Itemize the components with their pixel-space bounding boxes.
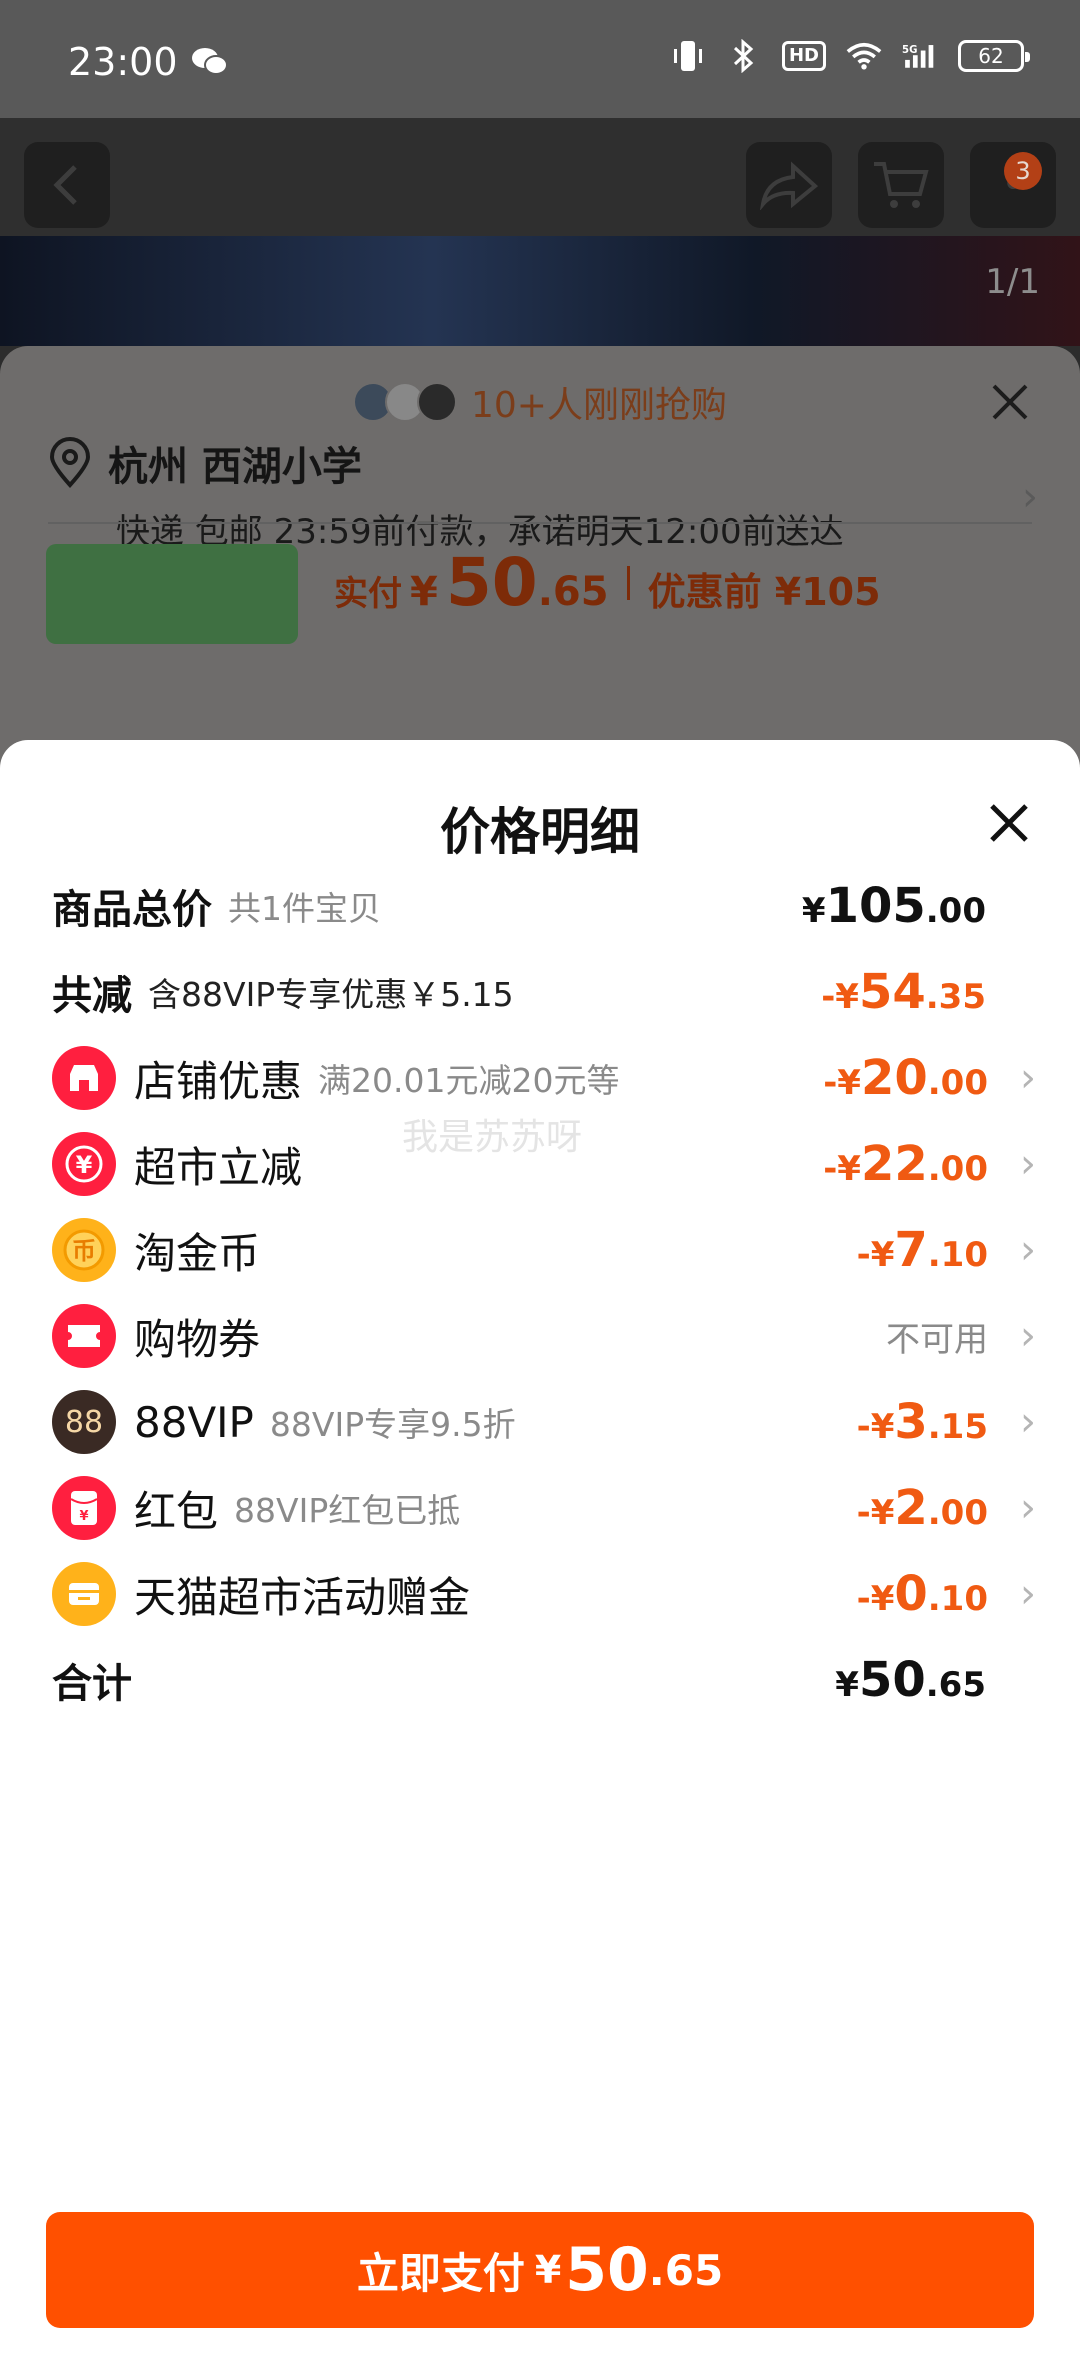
total-discount-row: 共减 含88VIP专享优惠￥5.15 -¥ 54.35 xyxy=(52,952,1036,1032)
row-label: 88VIP xyxy=(134,1397,254,1447)
watermark: 我是苏苏呀 xyxy=(402,1117,583,1158)
close-icon[interactable] xyxy=(986,800,1032,846)
row-amount: ¥50.65 xyxy=(835,1652,986,1708)
row-amount: -¥ 7.10 xyxy=(856,1222,988,1278)
back-arrow-icon xyxy=(53,165,77,205)
close-icon[interactable] xyxy=(988,380,1032,424)
image-counter: 1/1 xyxy=(985,262,1040,302)
share-icon xyxy=(759,161,819,210)
row-label: 商品总价 xyxy=(52,887,212,933)
product-image-banner xyxy=(0,236,1080,346)
row-amount: -¥ 0.10 xyxy=(856,1566,988,1622)
row-label: 共减 xyxy=(52,973,132,1019)
row-sub: 满20.01元减20元等 xyxy=(318,1061,620,1100)
gift-card-icon xyxy=(52,1562,116,1626)
battery-icon: 62 xyxy=(958,40,1030,72)
address-location: 杭州 西湖小学 xyxy=(108,444,362,490)
row-amount: -¥ 22.00 xyxy=(823,1136,988,1192)
status-bar: 23:00 HD 5G 62 xyxy=(0,0,1080,118)
discount-row-coins[interactable]: 币 淘金币 -¥ 7.10 › xyxy=(52,1210,1036,1290)
row-amount: -¥ 3.15 xyxy=(856,1394,988,1450)
chevron-right-icon: › xyxy=(1020,1227,1036,1273)
row-label: 合计 xyxy=(52,1661,132,1707)
chevron-right-icon: › xyxy=(1020,1485,1036,1531)
red-envelope-icon: ¥ xyxy=(52,1476,116,1540)
row-sub: 含88VIP专享优惠￥5.15 xyxy=(148,975,514,1014)
discount-row-gift[interactable]: 天猫超市活动赠金 -¥ 0.10 › xyxy=(52,1554,1036,1634)
cart-button[interactable] xyxy=(858,142,944,228)
row-label: 店铺优惠 xyxy=(134,1056,303,1106)
row-amount: ¥105.00 xyxy=(801,878,986,934)
svg-text:币: 币 xyxy=(72,1237,96,1265)
wifi-icon xyxy=(846,38,882,74)
vibrate-icon xyxy=(670,38,706,74)
row-status: 不可用 xyxy=(886,1319,988,1360)
bluetooth-icon xyxy=(726,38,762,74)
recent-buyers-text: 10+人刚刚抢购 xyxy=(471,385,727,426)
pay-now-button[interactable]: 立即支付 ¥ 50 .65 xyxy=(46,2212,1034,2328)
cart-icon xyxy=(874,162,929,208)
signal-5g-icon: 5G xyxy=(902,38,938,74)
sheet-title: 价格明细 xyxy=(440,803,640,861)
row-sub: 共1件宝贝 xyxy=(228,889,381,928)
discount-row-88vip[interactable]: 88 88VIP 88VIP专享9.5折 -¥ 3.15 › xyxy=(52,1382,1036,1462)
row-label: 淘金币 xyxy=(134,1228,261,1278)
row-amount: -¥ 20.00 xyxy=(823,1050,988,1106)
discount-row-red-envelope[interactable]: ¥ 红包 88VIP红包已抵 -¥ 2.00 › xyxy=(52,1468,1036,1548)
discount-row-shop[interactable]: 店铺优惠 满20.01元减20元等 -¥ 20.00 › xyxy=(52,1038,1036,1118)
actual-price: 实付 ¥ 50 .65 优惠前 ¥105 xyxy=(334,544,881,621)
chevron-right-icon: › xyxy=(1020,1055,1036,1101)
cart-badge: 3 xyxy=(1004,152,1042,190)
svg-text:5G: 5G xyxy=(902,45,917,56)
status-time: 23:00 xyxy=(68,40,178,84)
sum-row: 合计 ¥50.65 xyxy=(52,1640,1036,1720)
ticket-icon xyxy=(52,1304,116,1368)
row-sub: 88VIP专享9.5折 xyxy=(269,1405,516,1444)
row-sub: 88VIP红包已抵 xyxy=(234,1491,461,1530)
divider xyxy=(48,522,1032,524)
wechat-icon xyxy=(192,48,228,75)
buyer-avatars xyxy=(353,382,457,422)
product-thumbnail xyxy=(46,544,298,644)
coin-icon: 币 xyxy=(52,1218,116,1282)
top-bar: • 3 xyxy=(0,118,1080,236)
back-button[interactable] xyxy=(24,142,110,228)
row-label: 天猫超市活动赠金 xyxy=(134,1572,471,1622)
share-button[interactable] xyxy=(746,142,832,228)
yuan-icon: ¥ xyxy=(52,1132,116,1196)
row-amount: -¥ 54.35 xyxy=(821,964,986,1020)
discount-row-coupon[interactable]: 购物券 不可用 › xyxy=(52,1296,1036,1376)
row-label: 购物券 xyxy=(134,1314,261,1364)
vip-icon: 88 xyxy=(52,1390,116,1454)
row-amount: -¥ 2.00 xyxy=(856,1480,988,1536)
row-label: 红包 xyxy=(134,1486,219,1536)
hd-icon: HD xyxy=(781,41,826,71)
chevron-right-icon: › xyxy=(1020,1141,1036,1187)
chevron-right-icon: › xyxy=(1022,474,1038,520)
chevron-right-icon: › xyxy=(1020,1399,1036,1445)
chevron-right-icon: › xyxy=(1020,1313,1036,1359)
goods-total-row: 商品总价 共1件宝贝 ¥105.00 xyxy=(52,866,1036,946)
location-pin-icon xyxy=(49,437,91,488)
price-detail-sheet: 价格明细 商品总价 共1件宝贝 ¥105.00 共减 含88VIP专享优惠￥5.… xyxy=(0,740,1080,2376)
more-button[interactable]: • 3 xyxy=(970,142,1056,228)
row-label: 超市立减 xyxy=(134,1142,303,1192)
svg-text:¥: ¥ xyxy=(76,1151,93,1179)
shop-icon xyxy=(52,1046,116,1110)
svg-text:¥: ¥ xyxy=(79,1509,88,1524)
price-before-discount: 优惠前 ¥105 xyxy=(647,570,881,614)
recent-buyers: 10+人刚刚抢购 xyxy=(0,376,1080,428)
delivery-address[interactable]: 杭州 西湖小学 快递 包邮 23:59前付款，承诺明天12:00前送达 › xyxy=(48,434,1038,553)
chevron-right-icon: › xyxy=(1020,1571,1036,1617)
